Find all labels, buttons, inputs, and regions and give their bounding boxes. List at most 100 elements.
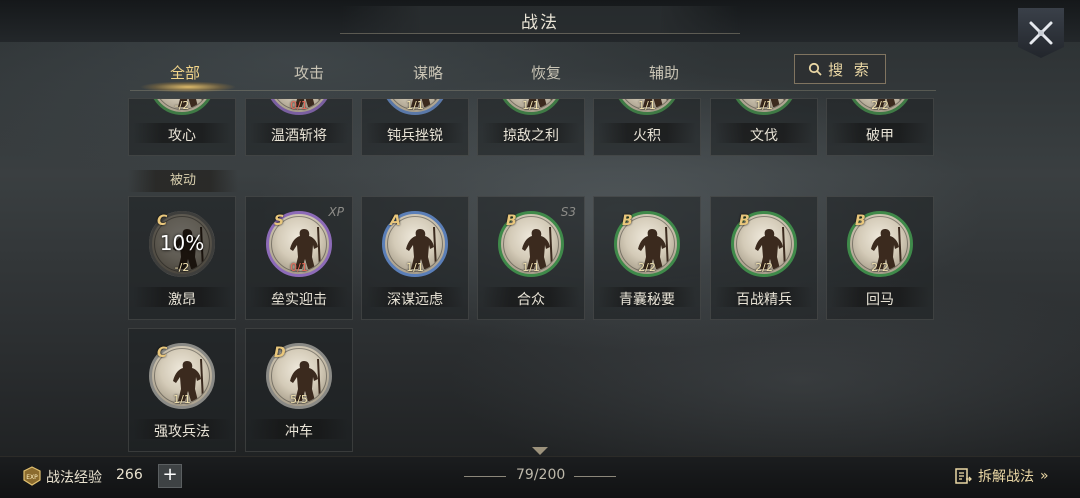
tactic-medal: 1/1 [382, 99, 448, 115]
usage-count: -/2 [174, 261, 190, 274]
tactic-card[interactable]: 1/1 掠敌之利 [477, 98, 585, 156]
tactic-exp-label: 战法经验 [46, 470, 102, 486]
tactic-card[interactable]: S 0/1 XP 垒实迎击 [245, 196, 353, 320]
usage-count: 5/5 [290, 393, 308, 406]
search-icon [809, 62, 822, 76]
tactic-medal: 1/1 [731, 99, 797, 115]
tactic-name: 火积 [633, 128, 661, 144]
tactic-name: 冲车 [285, 424, 313, 440]
tactic-name: 温酒斩将 [271, 128, 327, 144]
tactic-medal: C 1/1 [149, 343, 215, 409]
tactic-exp-value: 266 [116, 467, 143, 483]
tactic-name: 攻心 [168, 128, 196, 144]
tactic-name: 合众 [517, 292, 545, 308]
double-chevron-right-icon: » [1040, 468, 1049, 484]
tactic-card[interactable]: B 1/1 S3 合众 [477, 196, 585, 320]
grade-badge: B [506, 213, 517, 229]
usage-count: 1/1 [406, 99, 424, 112]
category-tabs: 全部 攻击 谋略 恢复 辅助 [130, 56, 890, 90]
page-title: 战法 [521, 13, 559, 33]
tab-attack[interactable]: 攻击 [254, 62, 364, 83]
add-exp-button[interactable]: + [158, 464, 182, 488]
tactic-card[interactable]: -/2 攻心 [128, 98, 236, 156]
section-label-passive: 被动 [128, 170, 238, 192]
tab-all[interactable]: 全部 [130, 62, 240, 83]
tactic-card[interactable]: A 1/1 深谋远虑 [361, 196, 469, 320]
tactic-medal: 1/1 [614, 99, 680, 115]
usage-count: 2/2 [755, 261, 773, 274]
search-label: 搜 索 [828, 60, 872, 79]
search-button[interactable]: 搜 索 [794, 54, 886, 84]
tactic-name: 百战精兵 [736, 292, 792, 308]
tactic-medal: -/2 [149, 99, 215, 115]
tab-strategy[interactable]: 谋略 [373, 62, 483, 83]
tactic-medal: 0/1 [266, 99, 332, 115]
grade-badge: C [157, 345, 168, 361]
usage-count: 1/1 [406, 261, 424, 274]
capacity-left-line [464, 476, 506, 477]
tactic-card[interactable]: B 2/2 百战精兵 [710, 196, 818, 320]
grade-badge: S [274, 213, 285, 229]
dismantle-label: 拆解战法 [978, 469, 1034, 485]
tactic-name: 垒实迎击 [271, 292, 327, 308]
tactic-card[interactable]: 2/2 破甲 [826, 98, 934, 156]
tactic-card[interactable]: C 1/1 强攻兵法 [128, 328, 236, 452]
tactic-name: 掠敌之利 [503, 128, 559, 144]
dismantle-icon [955, 468, 972, 484]
tab-support[interactable]: 辅助 [609, 62, 719, 83]
tactic-name: 激昂 [168, 292, 196, 308]
grade-badge: B [622, 213, 633, 229]
tactic-card[interactable]: 1/1 火积 [593, 98, 701, 156]
tactic-name: 钝兵挫锐 [387, 128, 443, 144]
tactic-card[interactable]: B 2/2 回马 [826, 196, 934, 320]
tactic-medal: B 2/2 [731, 211, 797, 277]
tactic-exp-icon: EXP [23, 466, 41, 486]
capacity-right-line [574, 476, 616, 477]
tactic-name: 深谋远虑 [387, 292, 443, 308]
usage-count: 0/1 [290, 261, 308, 274]
tab-recovery[interactable]: 恢复 [491, 62, 601, 83]
tactic-capacity: 79/200 [516, 467, 566, 483]
tactic-medal: 10% C -/2 [149, 211, 215, 277]
usage-count: 1/1 [755, 99, 773, 112]
tactic-card[interactable]: 0/1 温酒斩将 [245, 98, 353, 156]
tactic-card[interactable]: 1/1 文伐 [710, 98, 818, 156]
tactic-name: 回马 [866, 292, 894, 308]
grade-badge: A [390, 213, 401, 229]
usage-count: 0/1 [290, 99, 308, 112]
tactic-medal: B 1/1 [498, 211, 564, 277]
grade-badge: C [157, 213, 168, 229]
tactic-medal: D 5/5 [266, 343, 332, 409]
crossed-swords-close-icon [1029, 21, 1053, 45]
tactic-medal: 1/1 [498, 99, 564, 115]
scroll-down-icon [532, 447, 548, 455]
dismantle-button[interactable]: 拆解战法 » [954, 465, 1049, 487]
tactic-medal: A 1/1 [382, 211, 448, 277]
tactic-name: 青囊秘要 [619, 292, 675, 308]
tactic-card[interactable]: B 2/2 青囊秘要 [593, 196, 701, 320]
usage-count: 1/1 [522, 261, 540, 274]
tactic-medal: B 2/2 [614, 211, 680, 277]
tactic-name: 文伐 [750, 128, 778, 144]
tactic-card[interactable]: 10% C -/2 激昂 [128, 196, 236, 320]
grade-badge: D [274, 345, 286, 361]
usage-count: 1/1 [638, 99, 656, 112]
grade-badge: B [739, 213, 750, 229]
tab-divider [130, 90, 936, 91]
usage-count: -/2 [174, 99, 190, 112]
tactic-card[interactable]: 1/1 钝兵挫锐 [361, 98, 469, 156]
grade-badge: B [855, 213, 866, 229]
tactic-tag: XP [328, 205, 344, 219]
tactic-name: 强攻兵法 [154, 424, 210, 440]
progress-percent: 10% [159, 231, 205, 255]
tactic-medal: B 2/2 [847, 211, 913, 277]
usage-count: 1/1 [173, 393, 191, 406]
usage-count: 2/2 [871, 261, 889, 274]
tactic-medal: S 0/1 [266, 211, 332, 277]
usage-count: 2/2 [638, 261, 656, 274]
tactic-medal: 2/2 [847, 99, 913, 115]
usage-count: 2/2 [871, 99, 889, 112]
usage-count: 1/1 [522, 99, 540, 112]
tactic-card[interactable]: D 5/5 冲车 [245, 328, 353, 452]
svg-text:EXP: EXP [26, 474, 38, 481]
